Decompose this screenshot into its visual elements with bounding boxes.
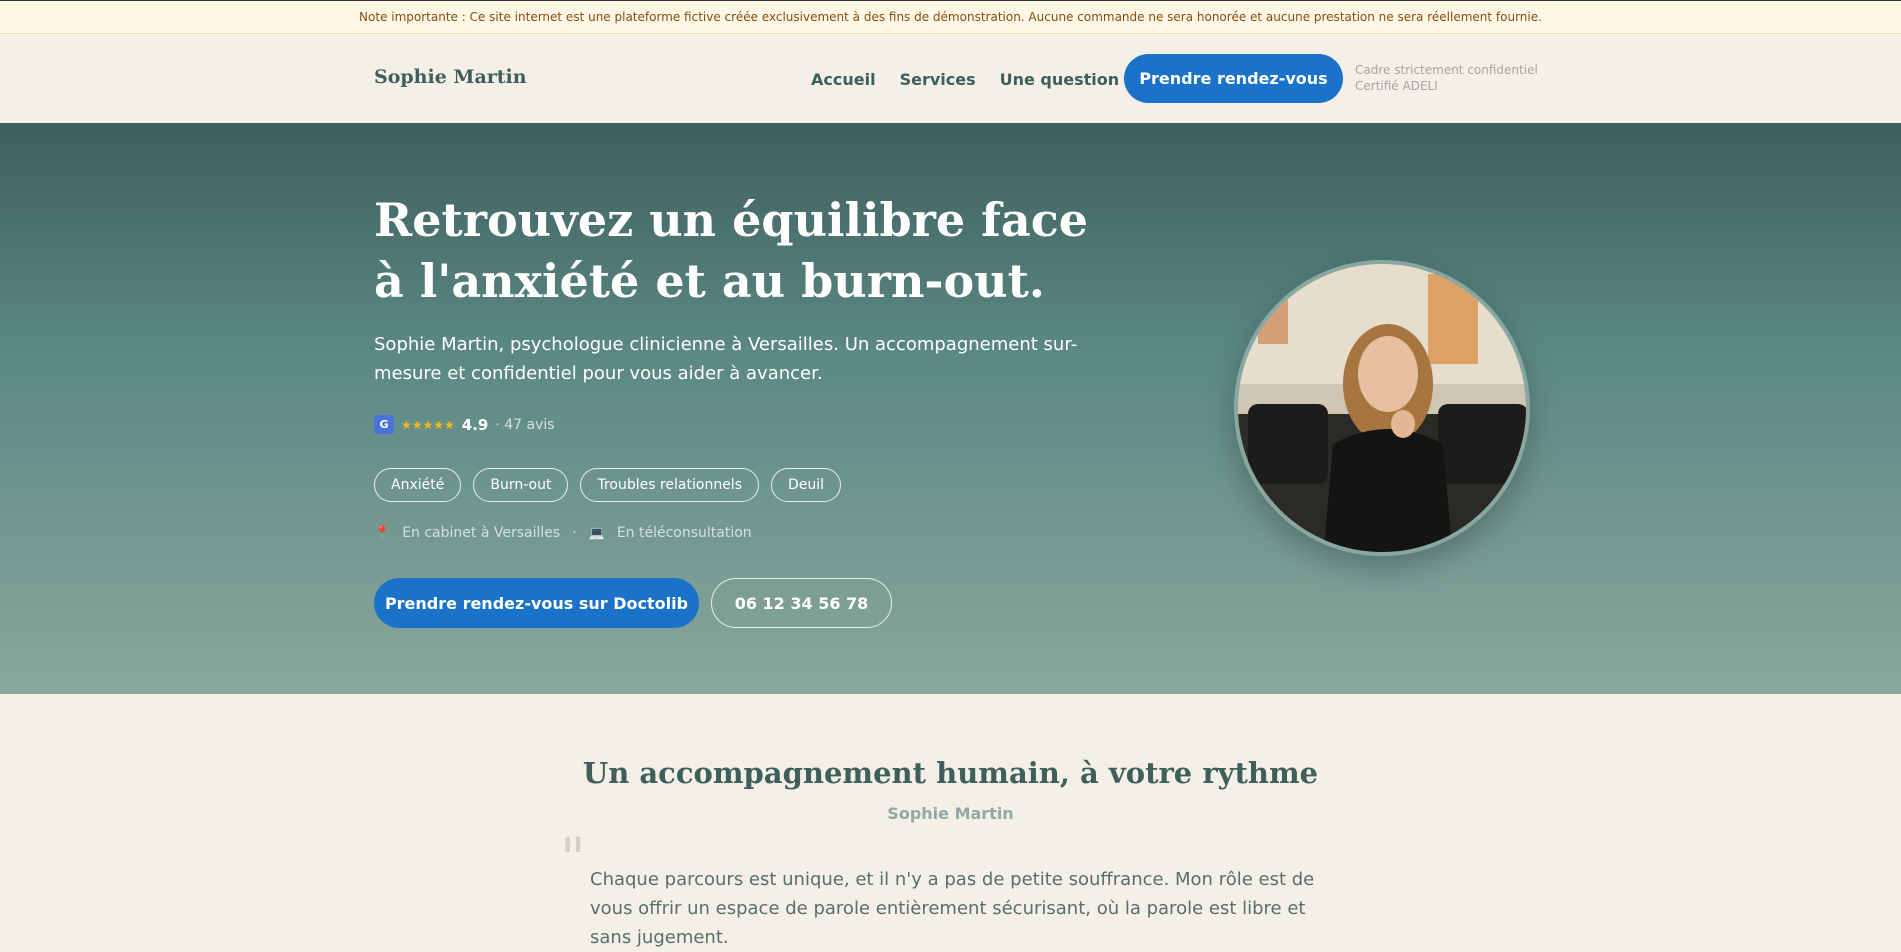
hero-subtitle: Sophie Martin, psychologue clinicienne à… xyxy=(374,334,1078,384)
separator-dot: · xyxy=(572,525,577,541)
review-count: · 47 avis xyxy=(495,416,555,433)
portrait-illustration xyxy=(1238,264,1526,552)
phone-button[interactable]: 06 12 34 56 78 xyxy=(711,578,892,628)
confidentiality-note: Cadre strictement confidentiel Certifié … xyxy=(1355,62,1538,94)
about-author: Sophie Martin xyxy=(887,804,1014,823)
nav-item-accueil[interactable]: Accueil xyxy=(811,70,876,89)
site-brand[interactable]: Sophie Martin xyxy=(374,66,527,88)
hero-title: Retrouvez un équilibre face à l'anxiété … xyxy=(374,193,1088,308)
demo-notice-banner: Note importante : Ce site internet est u… xyxy=(0,0,1901,34)
laptop-icon: 💻 xyxy=(588,525,605,541)
about-quote: Chaque parcours est unique, et il n'y a … xyxy=(590,869,1315,948)
quote-mark-icon: " xyxy=(560,827,586,892)
portrait-photo xyxy=(1234,260,1530,556)
google-rating: G ★★★★★ 4.9 · 47 avis xyxy=(374,415,555,434)
notice-text: Note importante : Ce site internet est u… xyxy=(359,10,1542,24)
about-title: Un accompagnement humain, à votre rythme xyxy=(582,756,1319,790)
stars-icon: ★★★★★ xyxy=(401,417,455,432)
google-icon: G xyxy=(374,415,394,434)
hero-actions: Prendre rendez-vous sur Doctolib 06 12 3… xyxy=(374,578,892,628)
tag-deuil: Deuil xyxy=(771,468,842,502)
nav-menu: Accueil Services Une question ? xyxy=(811,70,1158,89)
consultation-modes: 📍 En cabinet à Versailles · 💻 En télécon… xyxy=(374,525,752,541)
tag-troubles-relationnels: Troubles relationnels xyxy=(580,468,759,502)
rating-score: 4.9 xyxy=(461,415,489,434)
book-appointment-button[interactable]: Prendre rendez-vous xyxy=(1124,54,1343,103)
adeli-text: Certifié ADELI xyxy=(1355,79,1438,93)
hero-section: Retrouvez un équilibre face à l'anxiété … xyxy=(0,123,1901,694)
pin-icon: 📍 xyxy=(374,525,391,541)
teleconsultation-label: En téléconsultation xyxy=(616,525,752,541)
cabinet-location: En cabinet à Versailles xyxy=(402,525,561,541)
tag-burnout: Burn-out xyxy=(473,468,569,502)
about-section: Un accompagnement humain, à votre rythme… xyxy=(0,694,1901,952)
doctolib-booking-button[interactable]: Prendre rendez-vous sur Doctolib xyxy=(374,578,699,628)
nav-item-services[interactable]: Services xyxy=(900,70,976,89)
nav-item-question[interactable]: Une question ? xyxy=(1000,70,1134,89)
top-navbar: Sophie Martin Accueil Services Une quest… xyxy=(0,34,1901,123)
tag-anxiete: Anxiété xyxy=(374,468,462,502)
confidential-text: Cadre strictement confidentiel xyxy=(1355,63,1538,77)
specialty-tags: Anxiété Burn-out Troubles relationnels D… xyxy=(374,468,842,502)
